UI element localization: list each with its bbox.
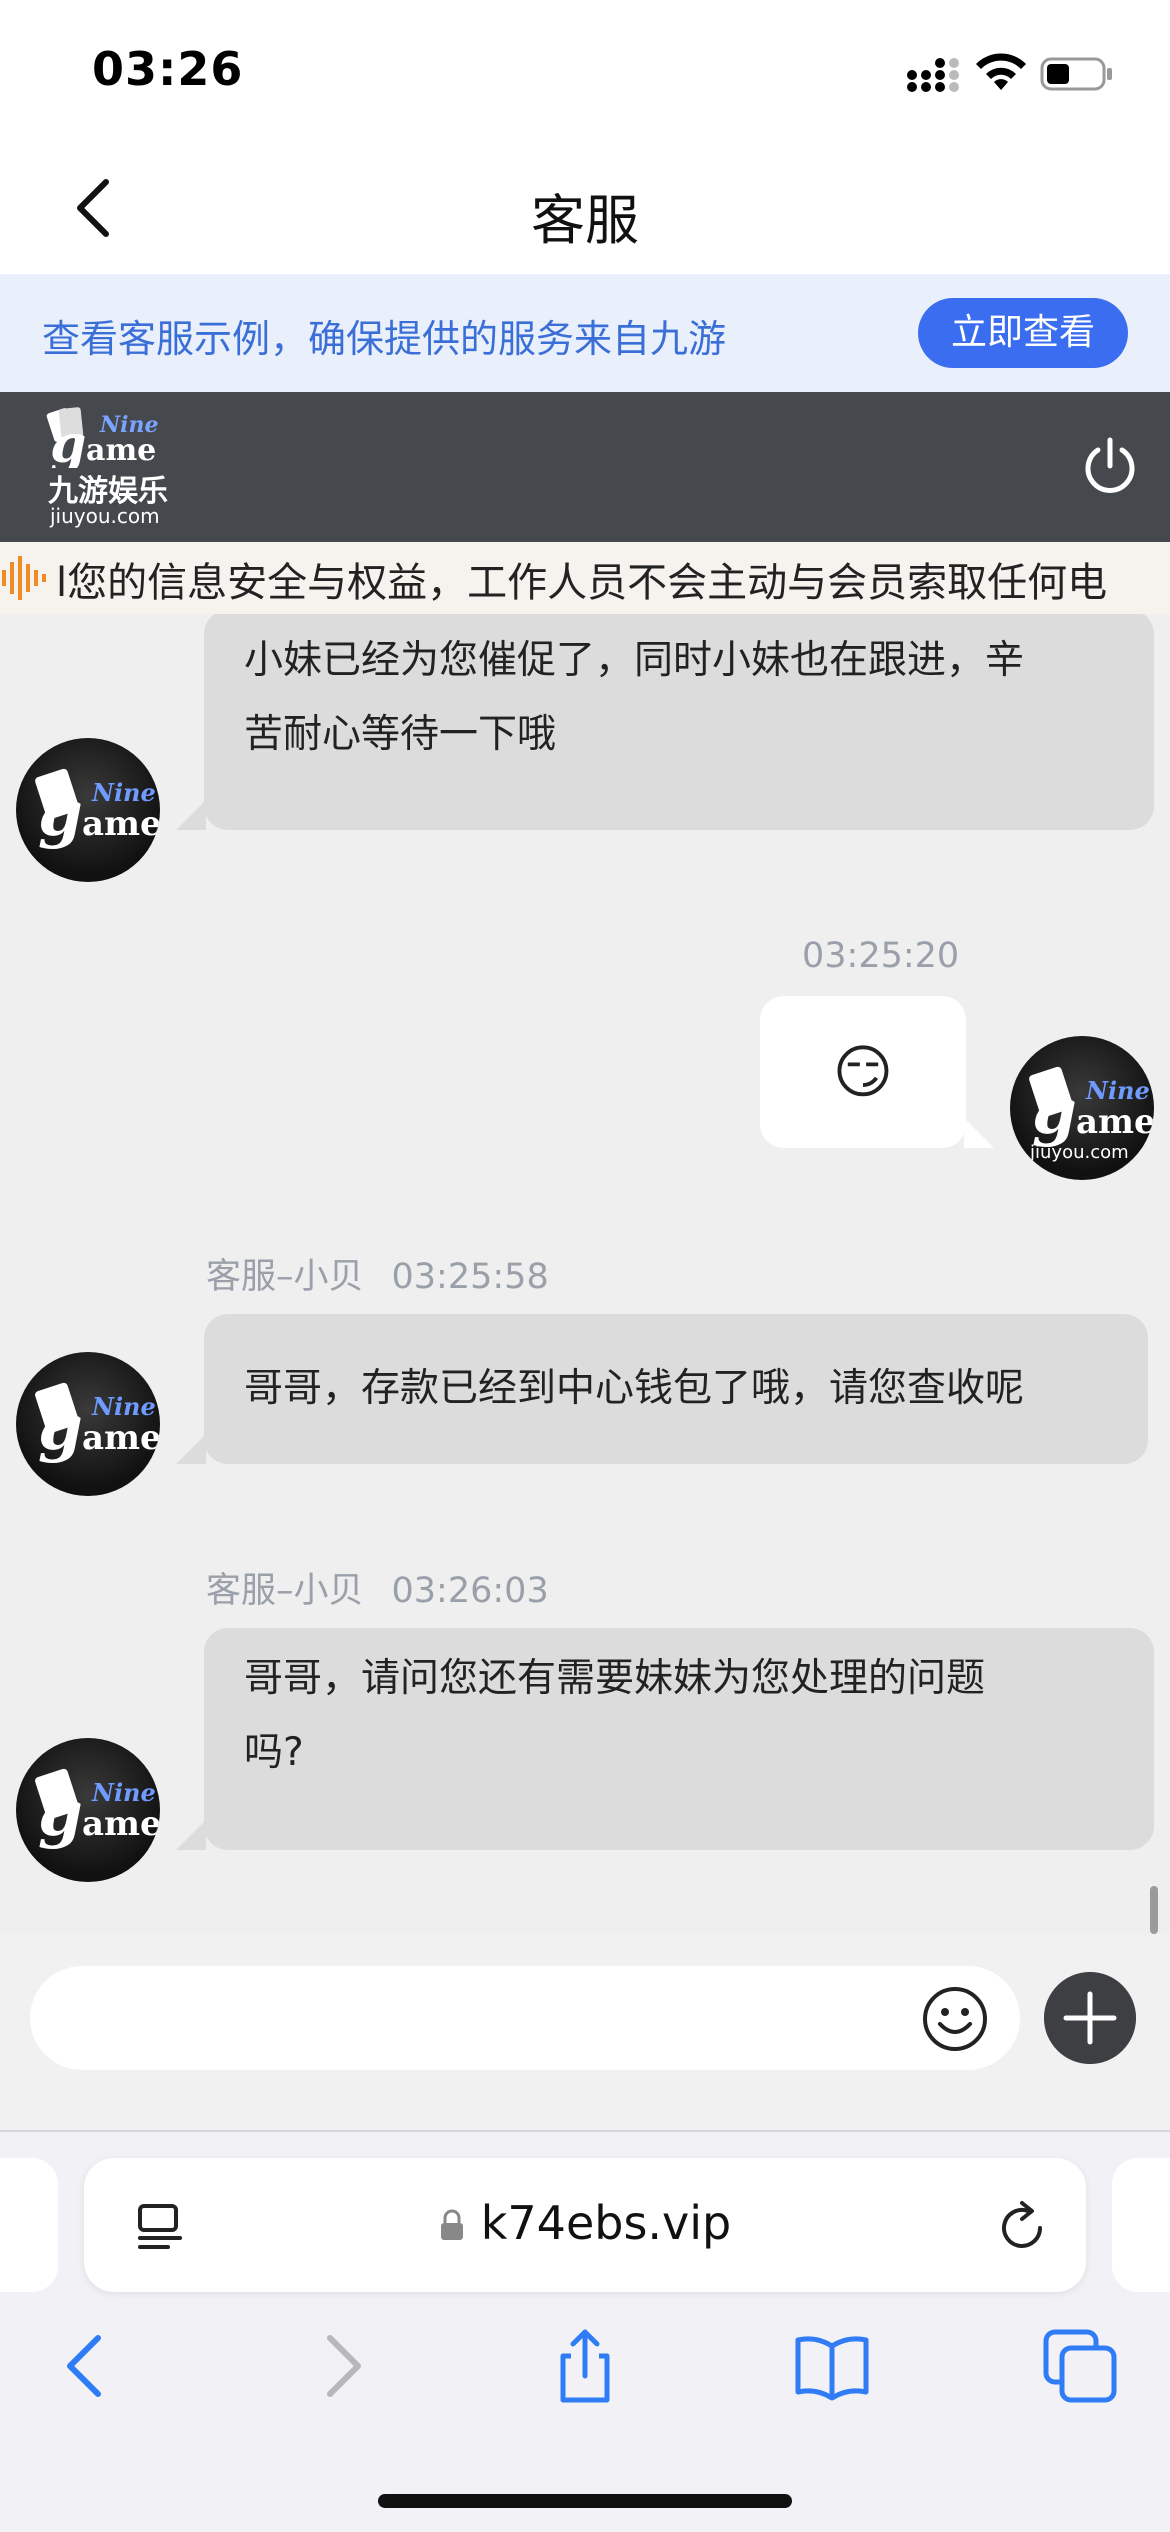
agent-message-bubble[interactable]: 哥哥，请问您还有需要妹妹为您处理的问题 吗? — [176, 1628, 1154, 1850]
message-timestamp: 03:26:03 — [391, 1571, 549, 1611]
message-meta: 客服–小贝 03:26:03 — [206, 1562, 549, 1613]
browser-forward-icon[interactable] — [300, 2326, 380, 2406]
logo-nine: Nine — [99, 412, 158, 438]
share-icon[interactable] — [545, 2326, 625, 2406]
scrollbar-thumb[interactable] — [1150, 1886, 1158, 1934]
power-icon[interactable] — [1080, 436, 1140, 496]
notice-text: 查看客服示例，确保提供的服务来自九游 — [42, 317, 727, 361]
address-bar[interactable]: k74ebs.vip — [84, 2158, 1086, 2292]
avatar-logo-nine: Nine — [92, 1392, 156, 1421]
announcement-marquee: l您的信息安全与权益，工作人员不会主动与会员索取任何电 — [0, 542, 1170, 614]
message-text-line: 哥哥，请问您还有需要妹妹为您处理的问题 — [244, 1656, 986, 1701]
agent-avatar: g Nine ame — [16, 1738, 160, 1882]
logo-ame: ame — [86, 433, 156, 468]
bookmarks-icon[interactable] — [792, 2326, 872, 2406]
browser-back-icon[interactable] — [48, 2326, 128, 2406]
agent-message-bubble[interactable]: 小妹已经为您催促了，同时小妹也在跟进，辛 苦耐心等待一下哦 — [176, 614, 1154, 830]
add-attachment-button[interactable] — [1044, 1972, 1136, 2064]
message-timestamp: 03:25:58 — [391, 1257, 549, 1297]
battery-icon — [1040, 57, 1112, 91]
sound-wave-icon — [2, 556, 46, 600]
avatar-logo-nine: Nine — [92, 778, 156, 807]
lock-icon — [440, 2209, 463, 2240]
avatar-logo-nine: Nine — [1086, 1076, 1150, 1105]
message-meta: 客服–小贝 03:25:58 — [206, 1248, 549, 1299]
avatar-logo-g: g — [38, 1390, 83, 1465]
user-message-bubble[interactable]: 😏 — [760, 996, 994, 1148]
avatar-logo-g: g — [38, 776, 83, 851]
avatar-logo-ame: ame — [82, 804, 160, 844]
brand-logo: g ame Nine 九游娱乐 jiuyou.com — [44, 404, 168, 530]
sender-name: 客服–小贝 — [206, 1257, 364, 1297]
message-text: 哥哥，存款已经到中心钱包了哦，请您查收呢 — [244, 1366, 1025, 1411]
sender-name: 客服–小贝 — [206, 1571, 364, 1611]
browser-nav-toolbar — [0, 2308, 1170, 2428]
logo-domain: jiuyou.com — [50, 504, 160, 528]
brand-header: g ame Nine 九游娱乐 jiuyou.com — [0, 392, 1170, 542]
status-bar: 03:26 — [0, 0, 1170, 140]
chat-area[interactable]: g Nine ame 小妹已经为您催促了，同时小妹也在跟进，辛 苦耐心等待一下哦… — [0, 614, 1170, 1934]
agent-avatar: g Nine ame — [16, 1352, 160, 1496]
tabs-icon[interactable] — [1040, 2326, 1120, 2406]
home-indicator — [378, 2494, 792, 2508]
notice-banner: 查看客服示例，确保提供的服务来自九游 立即查看 — [0, 274, 1170, 392]
logo-g: g — [50, 414, 86, 468]
previous-tab-peek[interactable] — [0, 2158, 58, 2292]
message-timestamp: 03:25:20 — [802, 936, 960, 976]
nav-bar: 客服 — [0, 140, 1170, 274]
view-now-button[interactable]: 立即查看 — [918, 298, 1128, 368]
emoji-icon[interactable] — [922, 1986, 988, 2052]
reload-icon[interactable] — [992, 2198, 1052, 2258]
cellular-signal-icon — [907, 58, 959, 92]
url-display: k74ebs.vip — [84, 2196, 1086, 2250]
message-text-line: 苦耐心等待一下哦 — [244, 712, 557, 757]
avatar-logo-ame: ame — [82, 1804, 160, 1844]
chat-page: 03:26 客服 查看客服示例，确保提供的服务来自九游 立即查看 g ame N… — [0, 0, 1170, 2532]
message-text-line: 吗? — [244, 1730, 304, 1775]
browser-toolbar: k74ebs.vip — [0, 2130, 1170, 2532]
logo-mark: g ame Nine — [46, 407, 158, 475]
agent-avatar: g Nine ame — [16, 738, 160, 882]
avatar-logo-ame: ame — [1076, 1102, 1154, 1142]
status-time: 03:26 — [92, 42, 244, 96]
message-text-line: 小妹已经为您催促了，同时小妹也在跟进，辛 — [244, 638, 1025, 683]
url-text: k74ebs.vip — [480, 2196, 732, 2250]
avatar-logo-g: g — [1032, 1074, 1077, 1149]
message-input-bar — [0, 1934, 1170, 2130]
avatar-logo-g: g — [38, 1776, 83, 1851]
emoji-smirk: 😏 — [832, 1038, 894, 1106]
page-title: 客服 — [531, 189, 639, 252]
avatar-logo-ame: ame — [82, 1418, 160, 1458]
marquee-text: l您的信息安全与权益，工作人员不会主动与会员索取任何电 — [56, 560, 1108, 606]
message-input[interactable] — [30, 1966, 1020, 2070]
avatar-logo-domain: jiuyou.com — [1030, 1142, 1129, 1163]
avatar-logo-nine: Nine — [92, 1778, 156, 1807]
agent-message-bubble[interactable]: 哥哥，存款已经到中心钱包了哦，请您查收呢 — [176, 1314, 1148, 1464]
next-tab-peek[interactable] — [1112, 2158, 1170, 2292]
wifi-icon — [976, 53, 1026, 90]
user-avatar: g Nine ame jiuyou.com — [1010, 1036, 1154, 1180]
